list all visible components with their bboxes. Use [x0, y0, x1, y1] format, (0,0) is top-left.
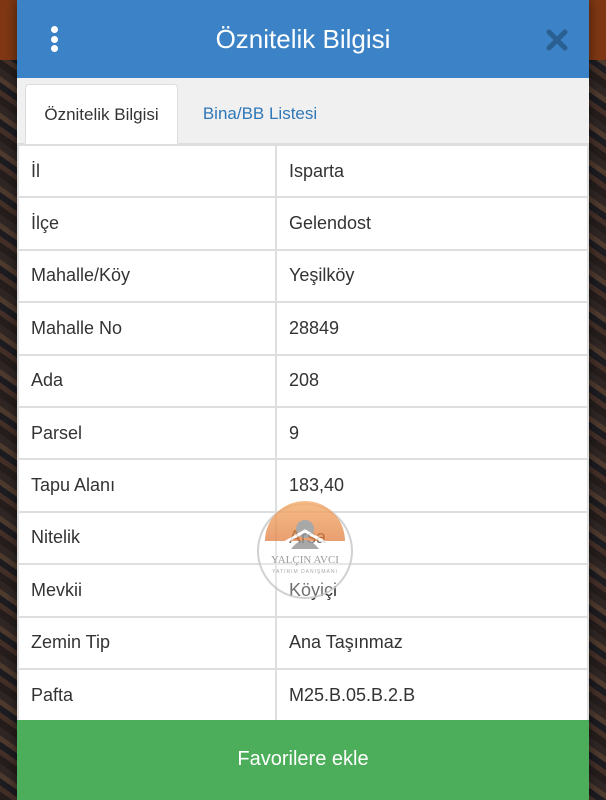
table-row: Parsel 9 [17, 405, 589, 461]
dialog-title: Öznitelik Bilgisi [215, 24, 391, 54]
attribute-value: Ana Taşınmaz [275, 615, 589, 670]
attribute-key: Mahalle No [17, 301, 277, 356]
tab-attribute-info[interactable]: Öznitelik Bilgisi [25, 84, 178, 144]
attribute-value: Köyiçi [275, 563, 589, 618]
attribute-key: Ada [17, 353, 277, 408]
attribute-key: Mahalle/Köy [17, 248, 277, 304]
attribute-table: İl Isparta İlçe Gelendost Mahalle/Köy Ye… [17, 143, 589, 723]
attribute-value: 28849 [275, 301, 589, 356]
attribute-value: M25.B.05.B.2.B [275, 667, 589, 723]
attribute-key: Pafta [17, 667, 277, 723]
table-row: İlçe Gelendost [17, 196, 589, 251]
add-to-favorites-button[interactable]: Favorilere ekle [17, 720, 589, 800]
dialog-header: Öznitelik Bilgisi [17, 0, 589, 78]
attribute-key: Nitelik [17, 510, 277, 566]
attribute-key: Tapu Alanı [17, 458, 277, 513]
attribute-key: Zemin Tip [17, 615, 277, 670]
table-row: Mahalle No 28849 [17, 301, 589, 356]
table-row: Mahalle/Köy Yeşilköy [17, 248, 589, 304]
attribute-value: Arsa [275, 510, 589, 566]
attribute-key: Mevkii [17, 563, 277, 618]
kebab-menu-icon[interactable] [44, 24, 64, 54]
attribute-table-container: İl Isparta İlçe Gelendost Mahalle/Köy Ye… [17, 143, 589, 723]
attribute-value: 208 [275, 353, 589, 408]
attribute-key: İl [17, 143, 277, 199]
table-row: Mevkii Köyiçi [17, 563, 589, 618]
table-row: Zemin Tip Ana Taşınmaz [17, 615, 589, 670]
attribute-value: 9 [275, 405, 589, 461]
table-row: Tapu Alanı 183,40 [17, 458, 589, 513]
attribute-info-dialog: Öznitelik Bilgisi Öznitelik Bilgisi Bina… [17, 0, 589, 800]
table-row: Pafta M25.B.05.B.2.B [17, 667, 589, 723]
attribute-key: Parsel [17, 405, 277, 461]
tab-building-list[interactable]: Bina/BB Listesi [185, 84, 335, 144]
attribute-value: Isparta [275, 143, 589, 199]
attribute-key: İlçe [17, 196, 277, 251]
attribute-value: Gelendost [275, 196, 589, 251]
tab-bar: Öznitelik Bilgisi Bina/BB Listesi [17, 78, 589, 144]
close-icon[interactable] [545, 28, 569, 52]
attribute-value: Yeşilköy [275, 248, 589, 304]
table-row: Nitelik Arsa [17, 510, 589, 566]
attribute-value: 183,40 [275, 458, 589, 513]
table-row: Ada 208 [17, 353, 589, 408]
table-row: İl Isparta [17, 143, 589, 199]
